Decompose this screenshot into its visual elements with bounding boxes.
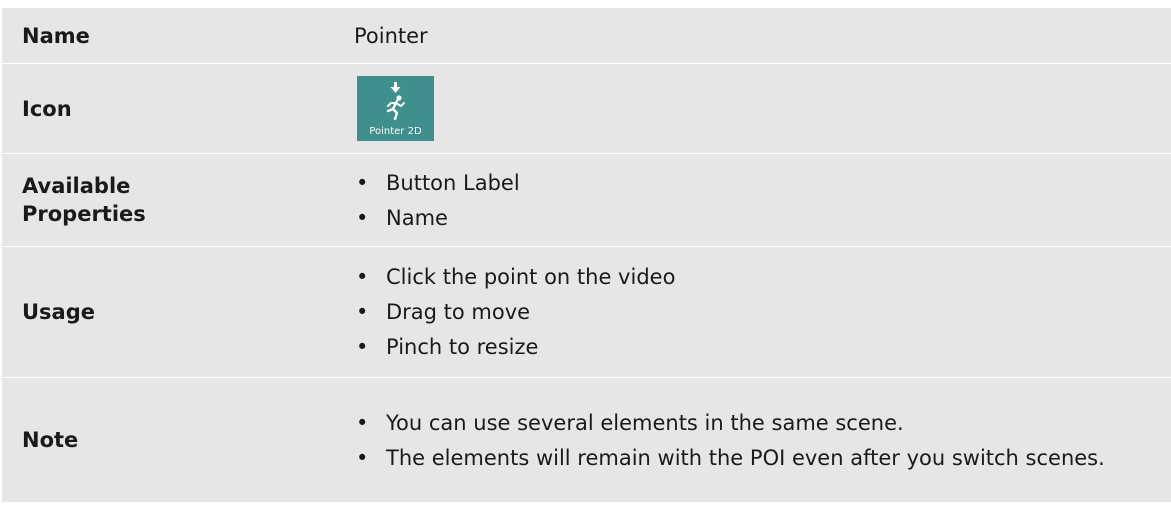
row-label-note: Note bbox=[2, 377, 330, 503]
table-row-note: Note You can use several elements in the… bbox=[2, 377, 1171, 503]
table-row-usage: Usage Click the point on the video Drag … bbox=[2, 246, 1171, 378]
row-label-usage: Usage bbox=[2, 246, 330, 378]
row-value-icon: Pointer 2D bbox=[330, 63, 1171, 154]
properties-list: Button Label Name bbox=[354, 169, 1171, 232]
list-item: Pinch to resize bbox=[354, 333, 1171, 361]
row-value-name: Pointer bbox=[330, 8, 1171, 64]
row-value-properties: Button Label Name bbox=[330, 153, 1171, 247]
list-item: Drag to move bbox=[354, 298, 1171, 326]
table-row-properties: Available Properties Button Label Name bbox=[2, 153, 1171, 247]
table-row-name: Name Pointer bbox=[2, 8, 1171, 64]
row-label-icon: Icon bbox=[2, 63, 330, 154]
row-label-properties-line2: Properties bbox=[22, 202, 146, 226]
list-item: Name bbox=[354, 204, 1171, 232]
list-item: Click the point on the video bbox=[354, 263, 1171, 291]
pointer-2d-icon: Pointer 2D bbox=[357, 76, 434, 141]
table-row-icon: Icon Pointer 2D bbox=[2, 63, 1171, 154]
note-list: You can use several elements in the same… bbox=[354, 409, 1171, 472]
row-value-note: You can use several elements in the same… bbox=[330, 377, 1171, 503]
row-label-properties-line1: Available bbox=[22, 174, 131, 198]
list-item: The elements will remain with the POI ev… bbox=[354, 444, 1171, 472]
list-item: Button Label bbox=[354, 169, 1171, 197]
icon-caption: Pointer 2D bbox=[369, 126, 422, 137]
list-item: You can use several elements in the same… bbox=[354, 409, 1171, 437]
usage-list: Click the point on the video Drag to mov… bbox=[354, 263, 1171, 361]
row-label-properties: Available Properties bbox=[2, 153, 330, 247]
properties-table: Name Pointer Icon Pointer 2D Available P… bbox=[2, 8, 1171, 503]
row-value-usage: Click the point on the video Drag to mov… bbox=[330, 246, 1171, 378]
row-label-name: Name bbox=[2, 8, 330, 64]
